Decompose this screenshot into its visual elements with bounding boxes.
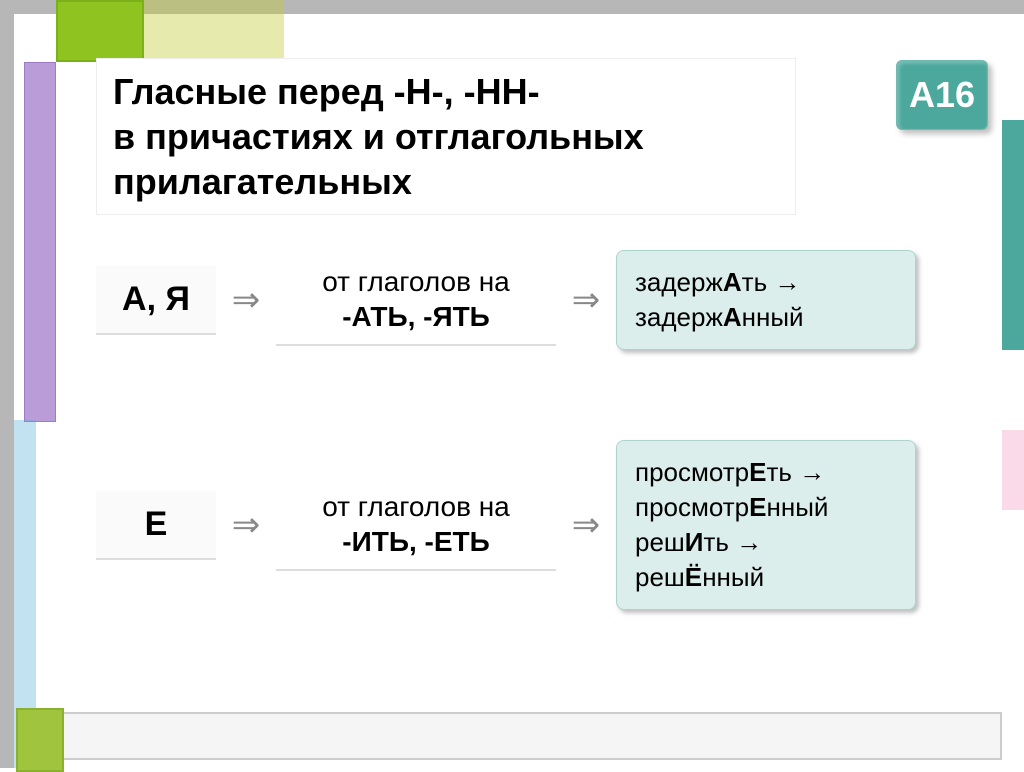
rule-box: от глаголов на -ИТЬ, -ЕТЬ (276, 479, 556, 571)
rule-box: от глаголов на -АТЬ, -ЯТЬ (276, 254, 556, 346)
example-box: задержАть →задержАнный (616, 250, 916, 350)
arrow-right-icon: ⇒ (222, 280, 270, 320)
rule-row-1: А, Я ⇒ от глаголов на -АТЬ, -ЯТЬ ⇒ задер… (96, 250, 916, 350)
arrow-right-icon: ⇒ (222, 505, 270, 545)
example-box: просмотрЕть →просмотрЕнныйрешИть →решЁнн… (616, 440, 916, 610)
frame-left (0, 0, 14, 768)
deco-olive-rect (144, 0, 284, 62)
deco-green-square (56, 0, 144, 62)
slide-title: Гласные перед -Н-, -НН-в причастиях и от… (96, 58, 796, 215)
deco-bottom-bar (58, 712, 1002, 760)
vowel-label: Е (96, 491, 216, 560)
rule-prefix: от глаголов на (322, 491, 510, 522)
vowel-label: А, Я (96, 266, 216, 335)
arrow-right-icon: ⇒ (562, 505, 610, 545)
rule-row-2: Е ⇒ от глаголов на -ИТЬ, -ЕТЬ ⇒ просмотр… (96, 440, 916, 610)
rule-prefix: от глаголов на (322, 266, 510, 297)
rule-suffix: -ИТЬ, -ЕТЬ (342, 526, 489, 557)
arrow-right-icon: ⇒ (562, 280, 610, 320)
deco-purple-strip (24, 62, 56, 422)
rule-suffix: -АТЬ, -ЯТЬ (342, 301, 490, 332)
deco-teal-right (1002, 120, 1024, 350)
task-badge: А16 (896, 60, 988, 130)
deco-pink-right (1002, 430, 1024, 510)
